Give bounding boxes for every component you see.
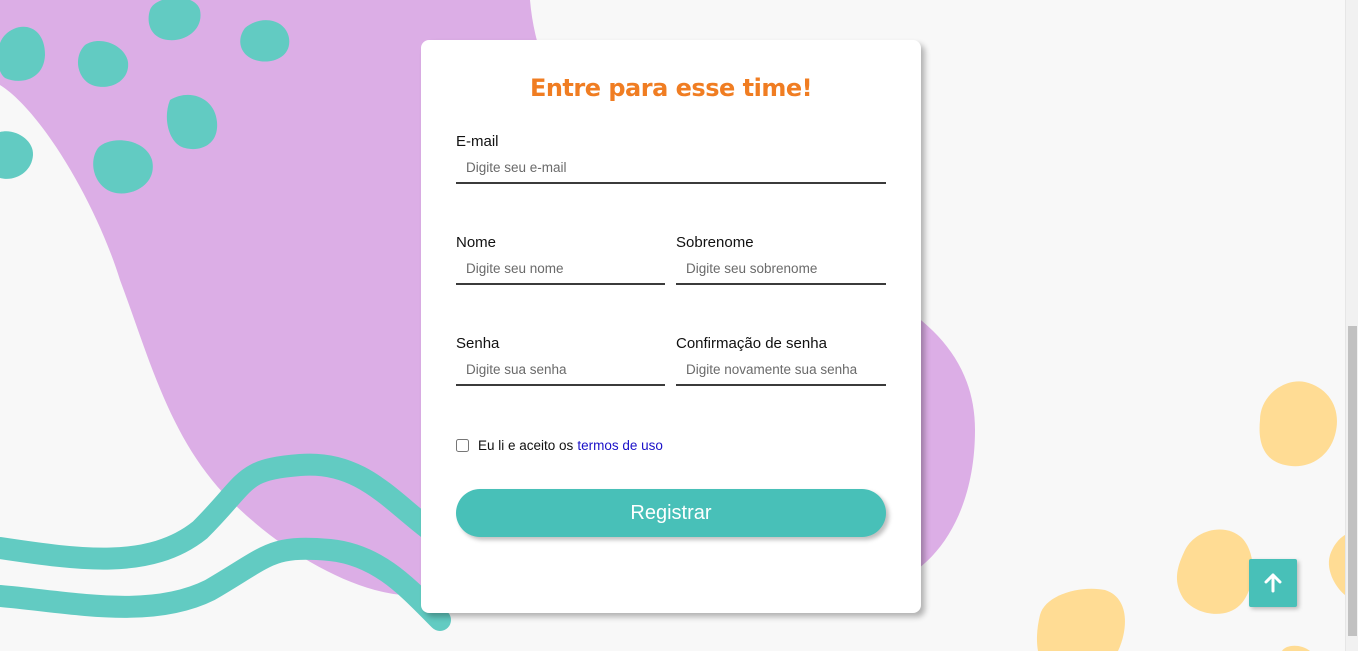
password-confirm-input[interactable] <box>676 354 886 386</box>
last-name-input[interactable] <box>676 253 886 285</box>
first-name-label: Nome <box>456 234 497 251</box>
first-name-field-group: Nome <box>456 233 665 285</box>
email-field-group: E-mail <box>456 132 886 184</box>
first-name-input[interactable] <box>456 253 665 285</box>
form-title: Entre para esse time! <box>529 74 813 102</box>
yellow-spots <box>1036 381 1345 651</box>
terms-row: Eu li e aceito os termos de uso <box>456 435 663 455</box>
last-name-label: Sobrenome <box>676 234 754 251</box>
email-input[interactable] <box>456 152 886 184</box>
scrollbar-thumb[interactable] <box>1348 326 1357 636</box>
password-confirm-label: Confirmação de senha <box>676 335 827 352</box>
email-label: E-mail <box>456 133 499 150</box>
last-name-field-group: Sobrenome <box>676 233 886 285</box>
arrow-up-icon <box>1264 573 1282 593</box>
scroll-to-top-button[interactable] <box>1249 559 1297 607</box>
page-scrollbar[interactable] <box>1345 0 1358 651</box>
password-label: Senha <box>456 335 500 352</box>
password-confirm-field-group: Confirmação de senha <box>676 334 886 386</box>
terms-link[interactable]: termos de uso <box>577 438 663 453</box>
terms-text: Eu li e aceito os <box>478 437 574 453</box>
register-card: Entre para esse time! E-mail Nome Sobren… <box>421 40 921 613</box>
terms-checkbox[interactable] <box>456 438 469 452</box>
password-input[interactable] <box>456 354 665 386</box>
register-button[interactable]: Registrar <box>456 489 886 537</box>
password-field-group: Senha <box>456 334 665 386</box>
